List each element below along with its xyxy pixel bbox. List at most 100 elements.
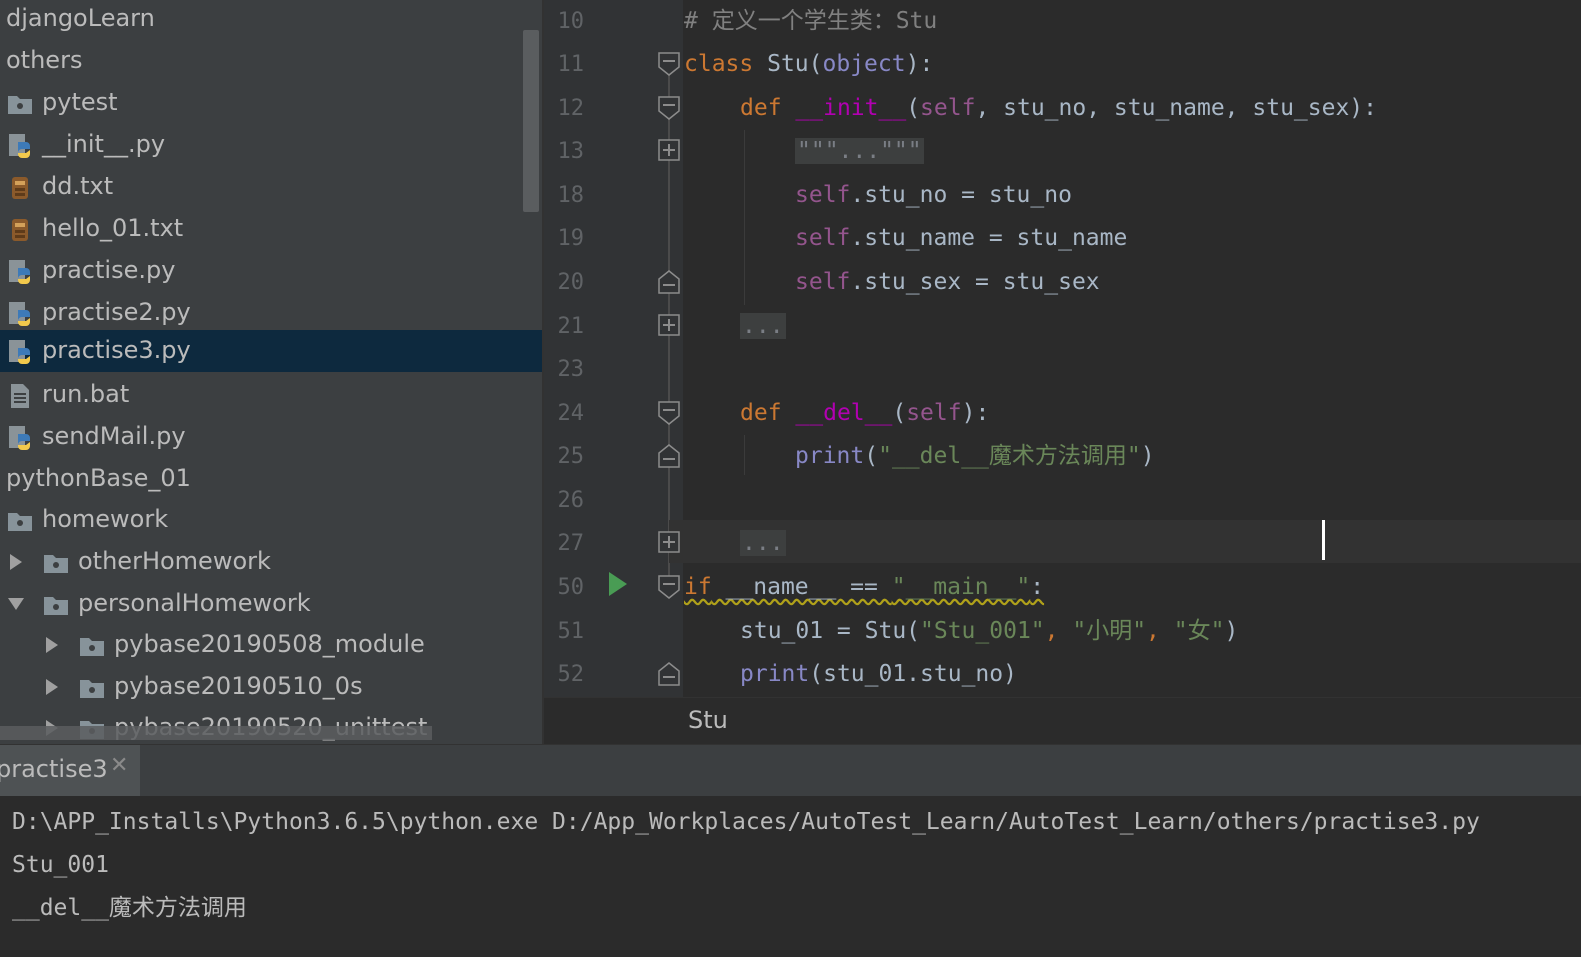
breadcrumb-item[interactable]: Stu bbox=[688, 706, 728, 734]
code-line-21[interactable]: ... bbox=[740, 305, 786, 348]
line-number: 18 bbox=[557, 183, 585, 208]
fold-end-icon[interactable] bbox=[658, 662, 680, 686]
python-file-icon bbox=[9, 340, 30, 364]
code-token: ): bbox=[905, 51, 934, 77]
tree-item-label: practise.py bbox=[42, 256, 176, 284]
tree-item-run-bat[interactable]: run.bat bbox=[0, 376, 542, 418]
console-line: __del__魔术方法调用 bbox=[12, 895, 247, 921]
python-file-icon bbox=[9, 302, 30, 326]
tree-item-label: pybase20190510_0s bbox=[114, 672, 363, 700]
chevron-right-icon[interactable] bbox=[42, 635, 62, 655]
line-number: 24 bbox=[557, 401, 585, 426]
run-tab-bar: practise3 ✕ bbox=[0, 744, 1581, 797]
fold-end-icon[interactable] bbox=[658, 444, 680, 468]
code-line-12[interactable]: def __init__(self, stu_no, stu_name, stu… bbox=[740, 87, 1377, 130]
tree-vertical-scrollbar[interactable] bbox=[523, 30, 539, 212]
builtin-token: object bbox=[822, 51, 906, 77]
tree-item-pybase20190510[interactable]: pybase20190510_0s bbox=[0, 668, 542, 710]
close-icon[interactable]: ✕ bbox=[110, 753, 128, 778]
tree-item-pytest[interactable]: pytest bbox=[0, 84, 542, 126]
builtin-token: print bbox=[795, 443, 865, 469]
line-number: 13 bbox=[557, 139, 585, 164]
folder-icon bbox=[8, 513, 32, 531]
bat-file-icon bbox=[11, 384, 29, 408]
run-tab-practise3[interactable]: practise3 ✕ bbox=[0, 745, 140, 797]
console-line: D:\APP_Installs\Python3.6.5\python.exe D… bbox=[12, 809, 1480, 835]
keyword-token: def bbox=[740, 400, 782, 426]
fold-expand-icon[interactable] bbox=[658, 531, 680, 555]
code-line-50[interactable]: if __name__ == "__main__": bbox=[684, 566, 1044, 609]
code-token: ( bbox=[864, 443, 879, 469]
fold-collapse-icon[interactable] bbox=[658, 401, 680, 425]
dunder-method-token: __init__ bbox=[795, 95, 907, 121]
run-tab-label: practise3 bbox=[0, 755, 108, 783]
code-line-52[interactable]: print(stu_01.stu_no) bbox=[740, 653, 1017, 696]
tree-item-init-py[interactable]: __init__.py bbox=[0, 126, 542, 168]
run-icon[interactable] bbox=[606, 569, 630, 599]
tree-item-dd-txt[interactable]: dd.txt bbox=[0, 168, 542, 210]
run-console[interactable]: D:\APP_Installs\Python3.6.5\python.exe D… bbox=[0, 796, 1581, 957]
tree-item-label: otherHomework bbox=[78, 547, 271, 575]
text-file-icon bbox=[12, 219, 28, 241]
code-line-19[interactable]: self.stu_name = stu_name bbox=[795, 217, 1127, 260]
caret-line-highlight bbox=[669, 520, 1581, 563]
chevron-down-icon[interactable] bbox=[6, 594, 26, 614]
code-line-11[interactable]: class Stu(object): bbox=[684, 43, 933, 86]
tree-item-personalhomework[interactable]: personalHomework bbox=[0, 585, 542, 627]
tree-item-practise3-py[interactable]: practise3.py bbox=[0, 330, 542, 372]
line-number: 11 bbox=[557, 52, 585, 77]
tree-item-label: run.bat bbox=[42, 380, 130, 408]
tree-item-pybase20190508[interactable]: pybase20190508_module bbox=[0, 626, 542, 668]
tree-item-otherhomework[interactable]: otherHomework bbox=[0, 543, 542, 585]
fold-collapse-icon[interactable] bbox=[658, 575, 680, 599]
folder-icon bbox=[44, 555, 68, 573]
comment-token: # 定义一个学生类：Stu bbox=[684, 8, 938, 34]
self-token: self bbox=[795, 269, 851, 295]
folder-icon bbox=[8, 96, 32, 114]
folded-docstring[interactable]: """...""" bbox=[795, 138, 924, 164]
code-line-10[interactable]: # 定义一个学生类：Stu bbox=[684, 0, 937, 43]
string-token: "__main__" bbox=[891, 574, 1031, 600]
fold-collapse-icon[interactable] bbox=[658, 96, 680, 120]
tree-item-hello-txt[interactable]: hello_01.txt bbox=[0, 210, 542, 252]
tree-item-others[interactable]: others bbox=[0, 42, 542, 84]
indent-guide bbox=[744, 435, 745, 475]
fold-collapse-icon[interactable] bbox=[658, 52, 680, 76]
code-token: __name__ == bbox=[711, 574, 892, 600]
folded-block[interactable]: ... bbox=[740, 530, 786, 556]
string-token: "Stu_001" bbox=[920, 618, 1045, 644]
python-file-icon bbox=[9, 134, 30, 158]
self-token: self bbox=[906, 400, 962, 426]
code-token: .stu_name = stu_name bbox=[850, 225, 1128, 251]
tree-item-practise-py[interactable]: practise.py bbox=[0, 252, 542, 294]
code-token: stu_01 = Stu( bbox=[740, 618, 921, 644]
code-editor[interactable]: 10 11 12 13 18 19 20 21 23 24 25 26 27 5… bbox=[542, 0, 1581, 744]
fold-expand-icon[interactable] bbox=[658, 139, 680, 163]
builtin-token: print bbox=[740, 661, 810, 687]
tree-item-homework[interactable]: homework bbox=[0, 501, 542, 543]
code-token: .stu_sex = stu_sex bbox=[850, 269, 1100, 295]
line-number: 21 bbox=[557, 314, 585, 339]
tree-item-pythonbase01[interactable]: pythonBase_01 bbox=[0, 460, 542, 502]
project-tree-panel: djangoLearn others pytest __init__.py dd… bbox=[0, 0, 542, 744]
code-line-13[interactable]: """...""" bbox=[795, 130, 924, 173]
tree-item-sendmail-py[interactable]: sendMail.py bbox=[0, 418, 542, 460]
tree-item-djangolearn[interactable]: djangoLearn bbox=[0, 0, 542, 42]
chevron-right-icon[interactable] bbox=[42, 677, 62, 697]
code-token: , bbox=[1044, 618, 1073, 644]
code-line-51[interactable]: stu_01 = Stu("Stu_001", "小明", "女") bbox=[740, 610, 1238, 653]
code-line-18[interactable]: self.stu_no = stu_no bbox=[795, 174, 1072, 217]
code-line-27[interactable]: ... bbox=[740, 522, 786, 565]
fold-expand-icon[interactable] bbox=[658, 314, 680, 338]
tree-item-label: others bbox=[6, 46, 83, 74]
chevron-right-icon[interactable] bbox=[6, 552, 26, 572]
dunder-method-token: __del__ bbox=[795, 400, 893, 426]
code-line-25[interactable]: print("__del__魔术方法调用") bbox=[795, 435, 1155, 478]
tree-horizontal-scrollbar[interactable] bbox=[0, 726, 432, 740]
code-line-20[interactable]: self.stu_sex = stu_sex bbox=[795, 261, 1100, 304]
keyword-token: def bbox=[740, 95, 782, 121]
python-file-icon bbox=[9, 260, 30, 284]
fold-end-icon[interactable] bbox=[658, 270, 680, 294]
folded-block[interactable]: ... bbox=[740, 313, 786, 339]
code-line-24[interactable]: def __del__(self): bbox=[740, 392, 989, 435]
